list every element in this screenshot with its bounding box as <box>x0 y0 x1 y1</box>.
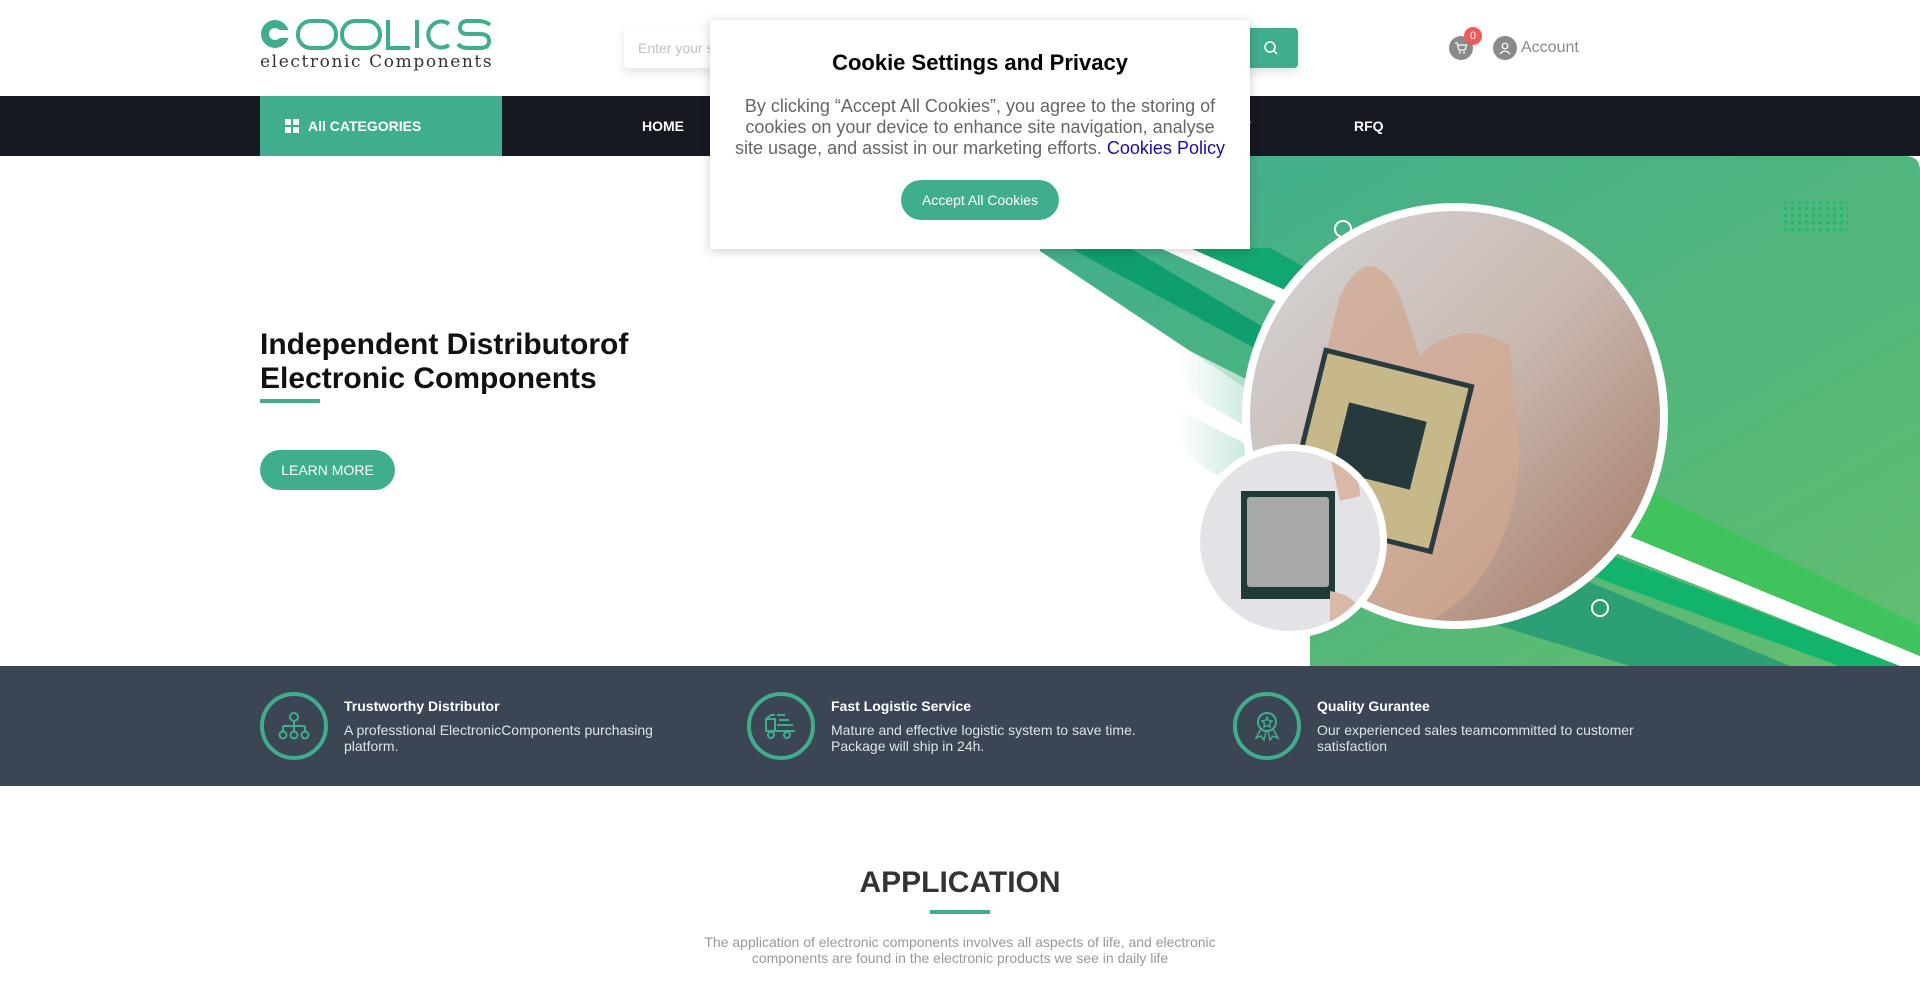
feature-text: A professtional ElectronicComponents pur… <box>344 722 653 754</box>
accept-all-cookies-button[interactable]: Accept All Cookies <box>901 180 1059 220</box>
feature-text: Mature and effective logistic system to … <box>831 722 1136 754</box>
nav-item-rfq[interactable]: RFQ <box>1354 96 1384 156</box>
hero-title: Independent Distributorof Electronic Com… <box>260 328 628 396</box>
cookie-consent-dialog: Cookie Settings and Privacy By clicking … <box>710 20 1250 249</box>
hero-title-line2: Electronic Components <box>260 362 597 395</box>
award-icon <box>1233 692 1301 760</box>
features-band: Trustworthy Distributor A professtional … <box>0 666 1920 786</box>
search-button[interactable] <box>1244 28 1298 68</box>
application-underline <box>930 910 990 914</box>
feature-title: Quality Gurantee <box>1317 698 1430 714</box>
logo-tagline: electronic Components <box>260 52 494 72</box>
truck-icon <box>747 692 815 760</box>
cookie-title: Cookie Settings and Privacy <box>832 50 1128 75</box>
account-label: Account <box>1521 39 1579 56</box>
hero-title-underline <box>260 399 320 403</box>
feature-title: Fast Logistic Service <box>831 698 972 714</box>
application-title: APPLICATION <box>859 866 1061 899</box>
feature-title: Trustworthy Distributor <box>344 698 500 714</box>
account-link[interactable]: Account <box>1493 36 1579 60</box>
nav-item-home[interactable]: HOME <box>642 96 684 156</box>
all-categories-label: All CATEGORIES <box>308 118 422 134</box>
cart-icon <box>1455 42 1468 54</box>
learn-more-button[interactable]: LEARN MORE <box>260 450 395 490</box>
user-icon <box>1493 36 1517 60</box>
hero-title-line1: Independent Distributorof <box>260 328 629 361</box>
cookies-policy-link[interactable]: Cookies Policy <box>1107 138 1225 158</box>
cookie-body: By clicking “Accept All Cookies”, you ag… <box>730 96 1230 159</box>
search-icon <box>1264 41 1278 55</box>
cart-count-badge: 0 <box>1464 27 1482 45</box>
grid-icon <box>285 119 299 133</box>
feature-text: Our experienced sales teamcommitted to c… <box>1317 722 1634 754</box>
logo[interactable]: electronic Components <box>260 18 492 74</box>
application-description: The application of electronic components… <box>704 934 1216 966</box>
sitemap-icon <box>260 692 328 760</box>
all-categories-button[interactable]: All CATEGORIES <box>260 96 502 156</box>
